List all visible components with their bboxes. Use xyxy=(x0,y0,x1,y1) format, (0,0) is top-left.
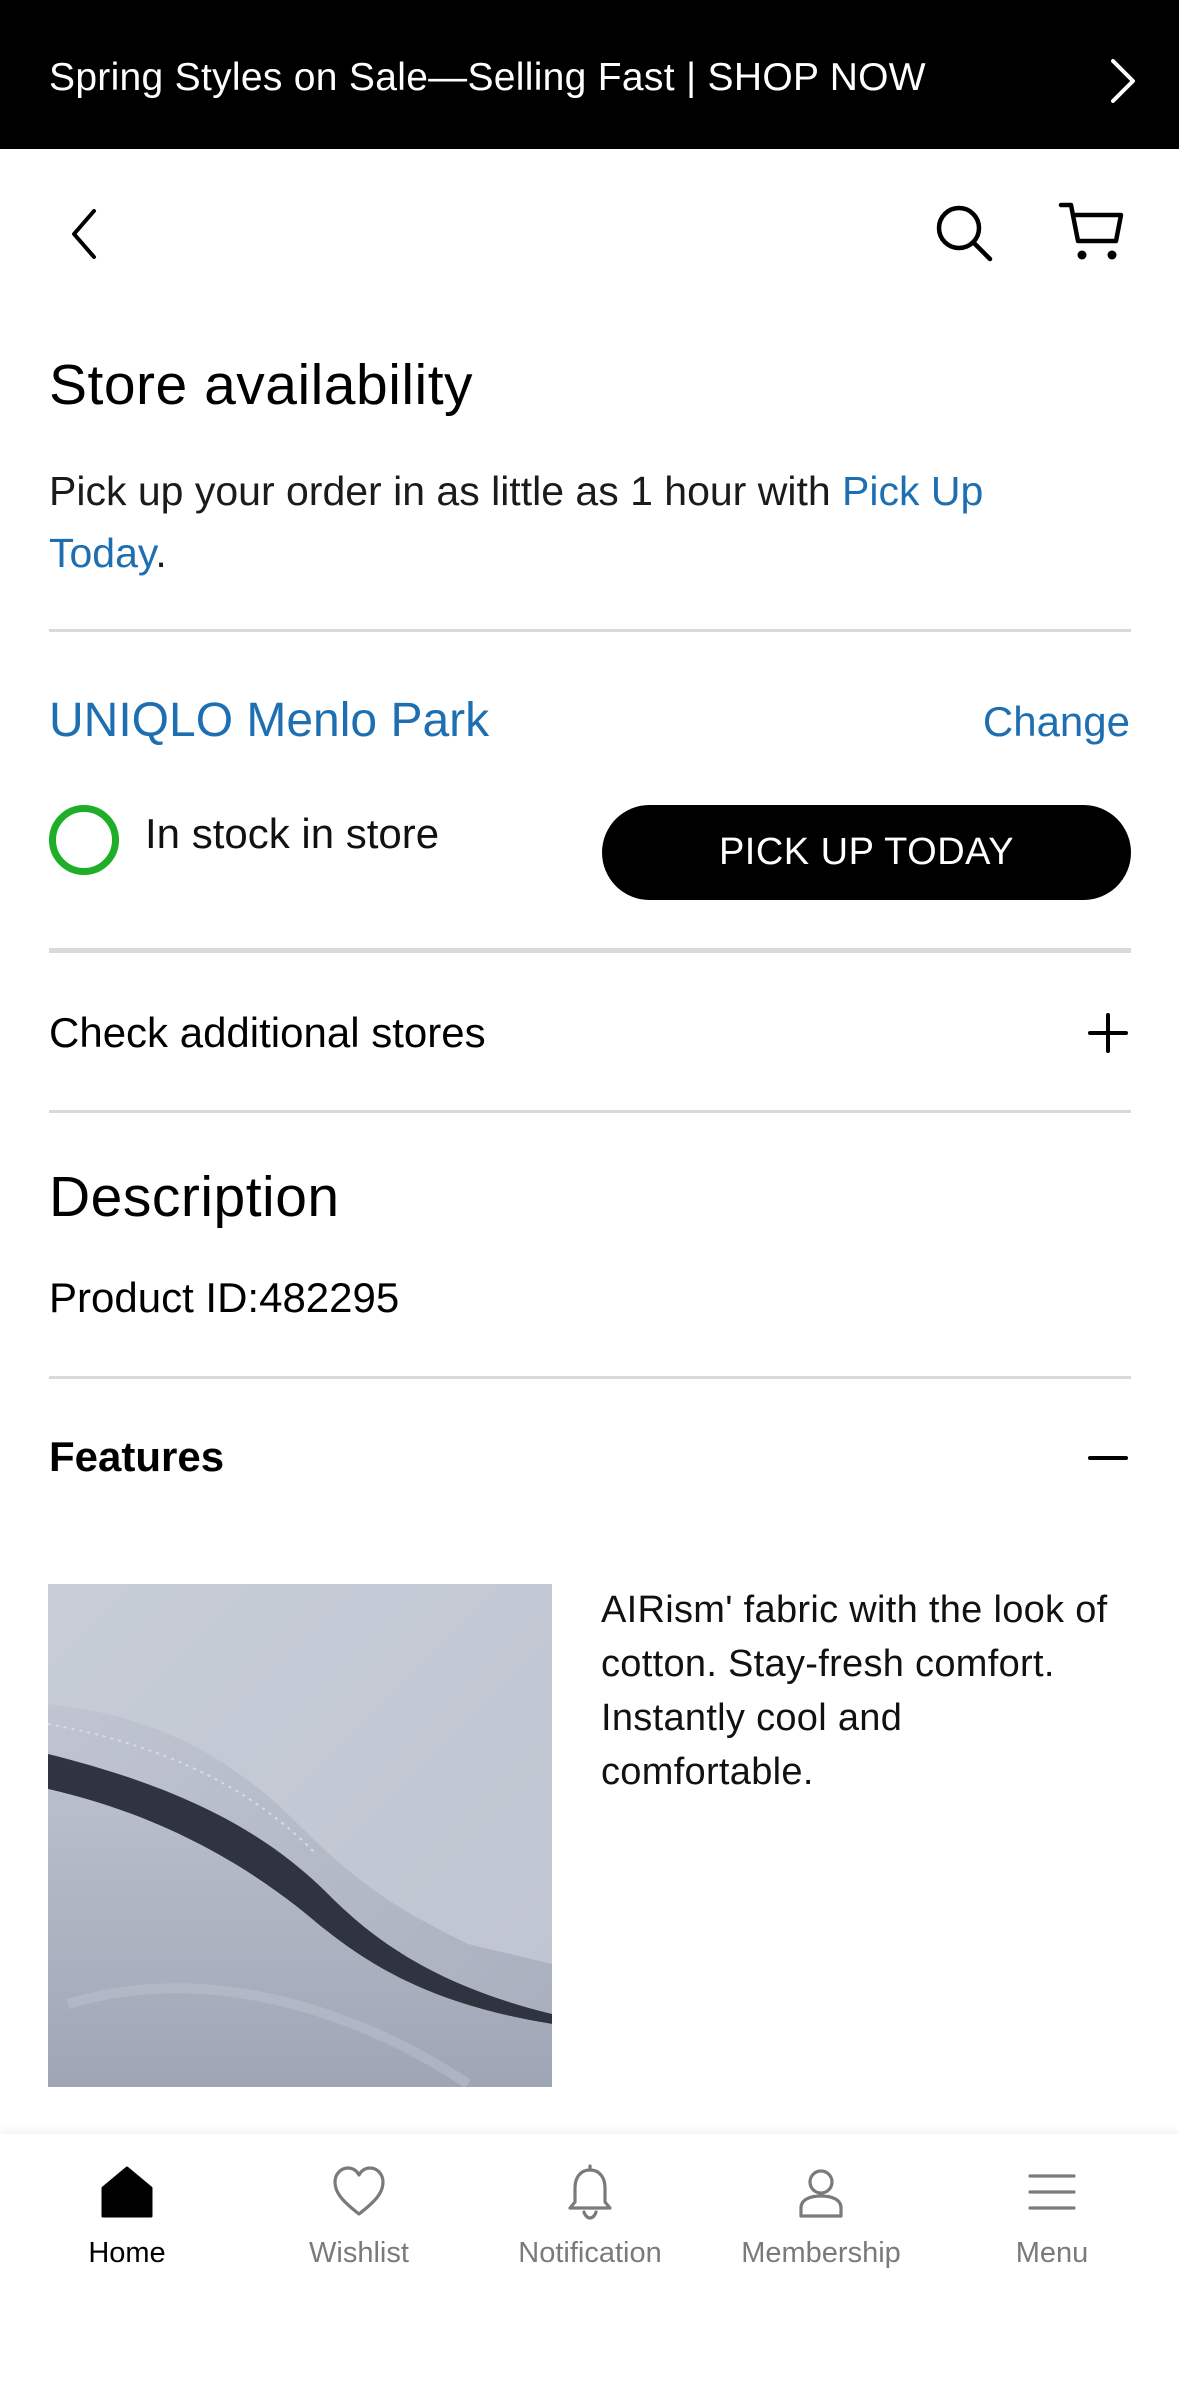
in-stock-indicator-icon xyxy=(49,805,119,875)
product-id: Product ID:482295 xyxy=(49,1274,400,1321)
pickup-intro-text: Pick up your order in as little as 1 hou… xyxy=(49,460,1109,584)
bell-icon[interactable] xyxy=(562,2164,618,2220)
pickup-intro-suffix: . xyxy=(155,530,167,576)
pickup-intro-prefix: Pick up your order in as little as 1 hou… xyxy=(49,468,843,514)
divider xyxy=(49,629,1131,632)
nav-wishlist[interactable]: Wishlist xyxy=(243,2134,475,2284)
description-title: Description xyxy=(49,1165,340,1229)
divider xyxy=(49,1376,1131,1379)
search-icon[interactable] xyxy=(932,201,996,265)
store-name-link[interactable]: UNIQLO Menlo Park xyxy=(49,693,489,748)
top-header xyxy=(0,149,1179,319)
fabric-image xyxy=(48,1584,552,2087)
nav-home[interactable]: Home xyxy=(11,2134,243,2284)
divider xyxy=(49,1110,1131,1113)
minus-icon[interactable] xyxy=(1086,1436,1130,1480)
nav-notification-label[interactable]: Notification xyxy=(474,2237,706,2270)
home-icon[interactable] xyxy=(99,2164,155,2220)
chevron-left-icon[interactable] xyxy=(62,205,106,263)
nav-membership[interactable]: Membership xyxy=(705,2134,937,2284)
nav-home-label[interactable]: Home xyxy=(11,2237,243,2270)
promo-banner-text[interactable]: Spring Styles on Sale—Selling Fast | SHO… xyxy=(49,56,926,100)
nav-menu[interactable]: Menu xyxy=(936,2134,1168,2284)
divider xyxy=(49,948,1131,953)
pick-up-today-button[interactable]: PICK UP TODAY xyxy=(602,805,1131,900)
change-store-link[interactable]: Change xyxy=(983,698,1130,746)
nav-notification[interactable]: Notification xyxy=(474,2134,706,2284)
promo-banner[interactable]: Spring Styles on Sale—Selling Fast | SHO… xyxy=(0,0,1179,149)
nav-membership-label[interactable]: Membership xyxy=(705,2237,937,2270)
features-title[interactable]: Features xyxy=(49,1433,224,1481)
chevron-right-icon[interactable] xyxy=(1105,57,1139,105)
nav-menu-label[interactable]: Menu xyxy=(936,2237,1168,2270)
heart-icon[interactable] xyxy=(331,2164,387,2220)
plus-icon[interactable] xyxy=(1086,1011,1130,1055)
menu-icon[interactable] xyxy=(1024,2164,1080,2220)
nav-wishlist-label[interactable]: Wishlist xyxy=(243,2237,475,2270)
stock-status-text: In stock in store xyxy=(145,810,440,857)
person-icon[interactable] xyxy=(793,2164,849,2220)
features-description: AIRism' fabric with the look of cotton. … xyxy=(601,1589,1108,1793)
bottom-navigation: Home Wishlist Notification Membership Me… xyxy=(0,2134,1179,2396)
store-availability-title: Store availability xyxy=(49,353,474,417)
check-additional-stores-label[interactable]: Check additional stores xyxy=(49,1009,486,1057)
cart-icon[interactable] xyxy=(1058,199,1124,263)
